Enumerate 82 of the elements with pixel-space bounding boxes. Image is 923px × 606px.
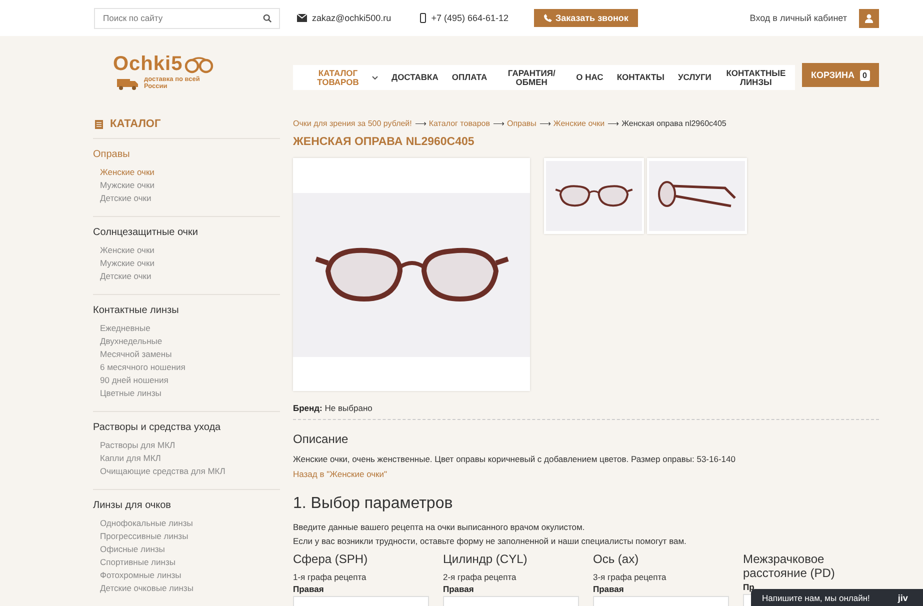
subcategory-link[interactable]: 90 дней ношения bbox=[93, 374, 280, 387]
menu-item[interactable]: ОПЛАТА bbox=[452, 73, 488, 82]
thumbnail[interactable] bbox=[647, 158, 747, 234]
subcategory-link[interactable]: Очищающие средства для МКЛ bbox=[93, 465, 280, 478]
main-photo-frame[interactable] bbox=[293, 158, 530, 391]
breadcrumb-link[interactable]: Женские очки bbox=[553, 119, 605, 128]
arrow-separator: ⟶ bbox=[492, 119, 504, 128]
list-icon bbox=[95, 120, 103, 128]
subcategory-link[interactable]: Детские очковые линзы bbox=[93, 582, 280, 595]
section-heading: 1. Выбор параметров bbox=[293, 495, 454, 513]
menu-item[interactable]: КАТАЛОГ ТОВАРОВ bbox=[307, 68, 378, 86]
back-link[interactable]: Назад в "Женские очки" bbox=[293, 469, 388, 479]
subcategory-link[interactable]: Женские очки bbox=[93, 166, 280, 179]
subcategory-link[interactable]: Спортивные линзы bbox=[93, 556, 280, 569]
truck-icon bbox=[117, 76, 139, 90]
cart-button[interactable]: КОРЗИНА 0 bbox=[802, 63, 879, 87]
category-link[interactable]: Солнцезащитные очки bbox=[93, 227, 280, 238]
subcategory-link[interactable]: 6 месячного ношения bbox=[93, 361, 280, 374]
catalog-heading: КАТАЛОГ bbox=[110, 118, 161, 130]
instruction-text: Если у вас возникли трудности, оставьте форму не заполненной и наши специалисты помогут вам. bbox=[293, 535, 688, 548]
mobile-phone-icon bbox=[420, 13, 426, 23]
subcategory-link[interactable]: Месячной замены bbox=[93, 348, 280, 361]
breadcrumb-link[interactable]: Оправы bbox=[506, 119, 536, 128]
menu-item[interactable]: ДОСТАВКА bbox=[392, 73, 438, 82]
description-text: Женские очки, очень женственные. Цвет оправы коричневый с добавлением цветов. Размер оправы: 53-16-140 bbox=[293, 454, 736, 464]
breadcrumb-link[interactable]: Очки для зрения за 500 рублей! bbox=[293, 119, 412, 128]
subcategory-link[interactable]: Ежедневные bbox=[93, 322, 280, 335]
subcategory-link[interactable]: Капли для МКЛ bbox=[93, 452, 280, 465]
parameter-hint: 2-я графа рецепта bbox=[443, 572, 518, 582]
thumbnail[interactable] bbox=[544, 158, 644, 234]
subcategory-link[interactable]: Детские очки bbox=[93, 192, 280, 205]
menu-item[interactable]: ГАРАНТИЯ/ ОБМЕН bbox=[500, 68, 563, 86]
subcategory-link[interactable]: Цветные линзы bbox=[93, 387, 280, 400]
subcategory-link[interactable]: Прогрессивные линзы bbox=[93, 530, 280, 543]
arrow-separator: ⟶ bbox=[414, 119, 426, 128]
eye-label: Пр bbox=[743, 582, 756, 592]
breadcrumb-link[interactable]: Каталог товаров bbox=[428, 119, 490, 128]
category-link[interactable]: Контактные линзы bbox=[93, 305, 280, 316]
subcategory-link[interactable]: Растворы для МКЛ bbox=[93, 439, 280, 452]
glasses-logo-icon bbox=[184, 56, 214, 74]
menu-item[interactable]: О НАС bbox=[576, 73, 604, 82]
parameter-hint: 3-я графа рецепта bbox=[593, 572, 668, 582]
parameter-title: Межзрачковое расстояние (PD) bbox=[743, 552, 836, 580]
eye-label: Правая bbox=[593, 584, 625, 594]
subcategory-link[interactable]: Детские очки bbox=[93, 270, 280, 283]
subcategory-link[interactable]: Фотохромные линзы bbox=[93, 569, 280, 582]
instruction-text: Введите данные вашего рецепта на очки выписанного врачом окулистом. bbox=[293, 521, 586, 534]
subcategory-link[interactable]: Офисные линзы bbox=[93, 543, 280, 556]
phone-icon bbox=[544, 14, 552, 22]
chat-toast[interactable]: Напишите нам, мы онлайн! jiv bbox=[751, 589, 923, 606]
eye-label: Правая bbox=[293, 584, 325, 594]
parameter-title: Ось (ax) bbox=[593, 552, 640, 566]
menu-item[interactable]: КОНТАКТЫ bbox=[616, 73, 664, 82]
parameter-title: Цилиндр (CYL) bbox=[443, 552, 528, 566]
category-link[interactable]: Растворы и средства ухода bbox=[93, 422, 280, 433]
call-request-button[interactable]: Заказать звонок bbox=[534, 9, 638, 27]
user-icon bbox=[865, 14, 873, 22]
product-title: ЖЕНСКАЯ ОПРАВА NL2960C405 bbox=[293, 136, 476, 148]
eye-label: Правая bbox=[443, 584, 475, 594]
arrow-separator: ⟶ bbox=[539, 119, 550, 128]
subcategory-link[interactable]: Мужские очки bbox=[93, 257, 280, 270]
search-icon bbox=[263, 14, 272, 22]
subcategory-link[interactable]: Однофокальные линзы bbox=[93, 517, 280, 530]
brand-info: Бренд: Не выбрано bbox=[293, 403, 879, 420]
arrow-separator: ⟶ bbox=[608, 119, 619, 128]
description-heading: Описание bbox=[293, 432, 350, 446]
category-link[interactable]: Оправы bbox=[93, 149, 280, 160]
category-link[interactable]: Линзы для очков bbox=[93, 500, 280, 511]
menu-item[interactable]: КОНТАКТНЫЕ ЛИНЗЫ bbox=[724, 68, 787, 86]
subcategory-link[interactable]: Двухнедельные bbox=[93, 335, 280, 348]
logo-text[interactable]: Ochki5 bbox=[113, 53, 183, 76]
parameter-title: Сфера (SPH) bbox=[293, 552, 369, 566]
subcategory-link[interactable]: Женские очки bbox=[93, 244, 280, 257]
envelope-icon bbox=[297, 14, 307, 22]
email-link[interactable]: zakaz@ochki500.ru bbox=[312, 13, 392, 23]
subcategory-link[interactable]: Мужские очки bbox=[93, 179, 280, 192]
phone-number: +7 (495) 664-61-12 bbox=[431, 13, 508, 23]
parameter-hint: 1-я графа рецепта bbox=[293, 572, 368, 582]
search-field[interactable]: Поиск по сайту bbox=[94, 8, 280, 28]
login-link[interactable]: Вход в личный кабинет bbox=[750, 13, 847, 23]
user-button[interactable] bbox=[859, 8, 879, 28]
menu-item[interactable]: УСЛУГИ bbox=[678, 73, 712, 82]
